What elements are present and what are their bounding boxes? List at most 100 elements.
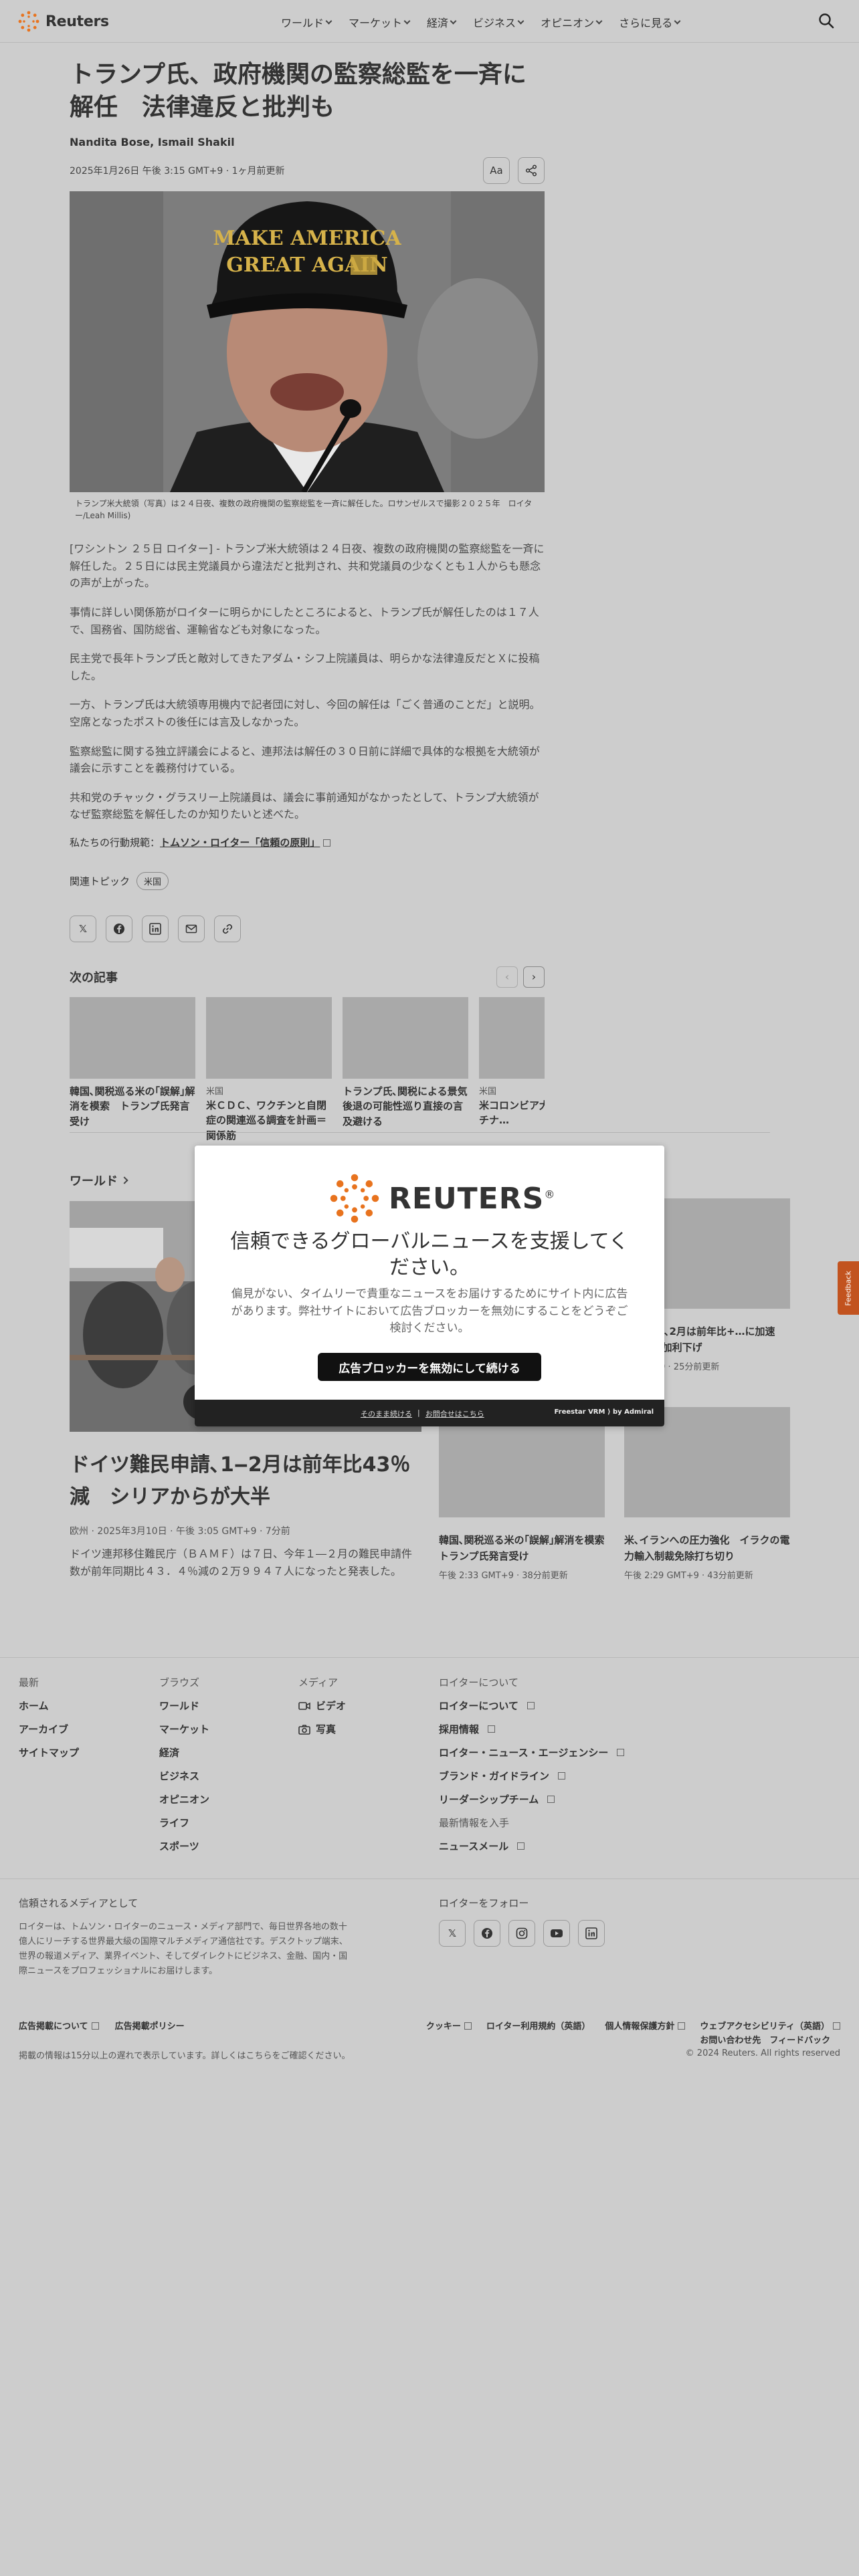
footer-link[interactable]: ブランド・ガイドライン [439, 1769, 624, 1783]
topic-chip[interactable]: 米国 [136, 871, 169, 890]
legal-link-label: 広告掲載について [19, 2022, 88, 2032]
share-facebook-button[interactable] [106, 915, 132, 942]
footer-col-about: ロイターについて ロイターについて 採用情報 ロイター・ニュース・エージェンシー… [439, 1675, 625, 1862]
footer-link[interactable]: ビジネス [159, 1769, 209, 1783]
chevron-left-icon: ‹ [504, 970, 510, 984]
footer-link-label: 採用情報 [439, 1723, 480, 1735]
contact-link[interactable]: お問合せはこちら [425, 1408, 484, 1419]
principles-link[interactable]: トムソン・ロイター「信頼の原則」 [160, 837, 320, 849]
x-icon: 𝕏 [448, 1927, 457, 1939]
footer-link[interactable]: サイトマップ [19, 1745, 79, 1759]
footer-col-head: ロイターについて [439, 1677, 518, 1689]
legal-link-label: ウェブアクセシビリティ（英語） [700, 2022, 830, 2032]
card-kicker[interactable]: 米国 [206, 1084, 332, 1097]
footer-link[interactable]: スポーツ [159, 1839, 209, 1853]
share-button[interactable] [518, 157, 545, 185]
nav-label: オピニオン [541, 17, 595, 29]
registered-mark: ® [544, 1187, 556, 1200]
nav-economy[interactable]: 経済 [427, 14, 457, 30]
site-header: Reuters ワールド マーケット 経済 ビジネス オピニオン さらに見る [0, 0, 859, 43]
follow-x-button[interactable]: 𝕏 [439, 1920, 466, 1947]
footer-photo-link[interactable]: 写真 [298, 1722, 346, 1736]
external-link-icon [488, 1725, 496, 1733]
nav-more[interactable]: さらに見る [619, 14, 681, 30]
footer-link[interactable]: マーケット [159, 1722, 209, 1736]
disable-adblock-button[interactable]: 広告ブロッカーを無効にして続ける [318, 1353, 541, 1381]
footer-link[interactable]: アーカイブ [19, 1722, 79, 1736]
legal-link[interactable]: ロイター利用規約（英語） [486, 2019, 590, 2046]
share-x-button[interactable]: 𝕏 [70, 915, 96, 942]
site-footer: 最新 ホーム アーカイブ サイトマップ ブラウズ ワールド マーケット 経済 ビ… [0, 1657, 859, 2072]
follow-facebook-button[interactable] [474, 1920, 500, 1947]
card-title[interactable]: トランプ氏､関税による景気後退の可能性巡り直接の言及避ける [343, 1084, 468, 1130]
follow-youtube-button[interactable] [543, 1920, 570, 1947]
carousel-next-button[interactable]: › [523, 966, 545, 988]
camera-icon [298, 1724, 310, 1735]
nav-business[interactable]: ビジネス [473, 14, 524, 30]
topics-label: 関連トピック [70, 875, 130, 887]
section-divider [70, 1132, 770, 1133]
legal-link[interactable]: ウェブアクセシビリティ（英語） [700, 2019, 840, 2032]
delay-notice[interactable]: 掲載の情報は15分以上の遅れで表示しています。詳しくはこちらをご確認ください。 [19, 2048, 350, 2061]
copy-link-button[interactable] [214, 915, 241, 942]
external-link-icon [464, 2022, 472, 2030]
follow-linkedin-button[interactable] [578, 1920, 605, 1947]
card-title[interactable]: 米コロンビア大、親パレスチナ… [479, 1098, 545, 1128]
card-title[interactable]: 韓国､関税巡る米の｢誤解｣解消を模索 トランプ氏発言受け [70, 1084, 195, 1130]
legal-link[interactable]: 個人情報保護方針 [605, 2019, 686, 2046]
side-story[interactable]: 韓国､関税巡る米の｢誤解｣解消を模索 トランプ氏発言受け 午後 2:33 GMT… [439, 1407, 615, 1581]
legal-link[interactable]: お問い合わせ先 フィードバック [700, 2033, 840, 2046]
footer-link[interactable]: 経済 [159, 1745, 209, 1759]
article-paragraph: [ワシントン ２５日 ロイター] - トランプ米大統領は２４日夜、複数の政府機関… [70, 542, 545, 590]
x-icon: 𝕏 [78, 922, 88, 935]
legal-link[interactable]: クッキー [426, 2019, 472, 2046]
footer-link-label: ビデオ [316, 1700, 347, 1712]
footer-link[interactable]: ライフ [159, 1816, 209, 1830]
feedback-tab[interactable]: Feedback [838, 1261, 859, 1315]
mail-icon [185, 924, 197, 934]
article-body: [ワシントン ２５日 ロイター] - トランプ米大統領は２４日夜、複数の政府機関… [70, 540, 545, 823]
card-title[interactable]: 米ＣＤＣ、ワクチンと自閉症の関連巡る調査を計画＝関係筋 [206, 1098, 332, 1144]
card-kicker[interactable]: 米国 [479, 1084, 545, 1097]
reuters-logo[interactable]: Reuters [17, 10, 109, 33]
next-article-card[interactable]: 米国 米コロンビア大、親パレスチナ… [479, 996, 545, 1144]
follow-heading: ロイターをフォロー [439, 1897, 529, 1909]
footer-link[interactable]: オピニオン [159, 1792, 209, 1806]
footer-video-link[interactable]: ビデオ [298, 1699, 346, 1713]
lead-story-title[interactable]: ドイツ難民申請､1‒2月は前年比43％減 シリアからが大半 [70, 1449, 421, 1513]
article-dateline: 2025年1月26日 午後 3:15 GMT+9 · 1ヶ月前更新 [70, 166, 285, 177]
font-size-button[interactable]: Aa [483, 157, 510, 185]
article-byline[interactable]: Nandita Bose, Ismail Shakil [70, 136, 545, 148]
legal-link[interactable]: 広告掲載について [19, 2019, 99, 2032]
footer-link-label: ニュースメール [439, 1840, 509, 1852]
side-story-title[interactable]: 韓国､関税巡る米の｢誤解｣解消を模索 トランプ氏発言受け [439, 1532, 615, 1564]
footer-link[interactable]: リーダーシップチーム [439, 1792, 624, 1806]
carousel-prev-button[interactable]: ‹ [496, 966, 518, 988]
nav-world[interactable]: ワールド [281, 14, 332, 30]
footer-link[interactable]: ロイター・ニュース・エージェンシー [439, 1745, 625, 1759]
nav-markets[interactable]: マーケット [349, 14, 411, 30]
share-email-button[interactable] [178, 915, 205, 942]
side-story[interactable]: 米､イランへの圧力強化 イラクの電力輸入制裁免除打ち切り 午後 2:29 GMT… [624, 1407, 790, 1581]
side-story-title[interactable]: 米､イランへの圧力強化 イラクの電力輸入制裁免除打ち切り [624, 1532, 790, 1564]
legal-link[interactable]: 広告掲載ポリシー [115, 2019, 185, 2032]
carousel-controls: ‹ › [496, 966, 545, 988]
share-linkedin-button[interactable] [142, 915, 169, 942]
footer-link[interactable]: ロイターについて [439, 1699, 624, 1713]
next-article-card[interactable]: トランプ氏､関税による景気後退の可能性巡り直接の言及避ける [343, 996, 468, 1144]
share-icon [525, 165, 537, 177]
footer-link[interactable]: ホーム [19, 1699, 79, 1713]
nav-opinion[interactable]: オピニオン [541, 14, 603, 30]
article-paragraph: 監察総監に関する独立評議会によると、連邦法は解任の３０日前に詳細で具体的な根拠を… [70, 744, 540, 775]
search-icon[interactable] [818, 12, 835, 29]
next-article-card[interactable]: 米国 米ＣＤＣ、ワクチンと自閉症の関連巡る調査を計画＝関係筋 [206, 996, 332, 1144]
follow-instagram-button[interactable] [508, 1920, 535, 1947]
next-article-card[interactable]: 韓国､関税巡る米の｢誤解｣解消を模索 トランプ氏発言受け [70, 996, 195, 1144]
external-link-icon [547, 1796, 555, 1803]
footer-link[interactable]: 採用情報 [439, 1722, 624, 1736]
continue-anyway-link[interactable]: そのまま続ける [361, 1408, 412, 1419]
related-topics: 関連トピック 米国 [70, 871, 545, 890]
card-thumbnail [343, 996, 468, 1079]
newsletter-link[interactable]: ニュースメール [439, 1839, 624, 1853]
footer-link[interactable]: ワールド [159, 1699, 209, 1713]
